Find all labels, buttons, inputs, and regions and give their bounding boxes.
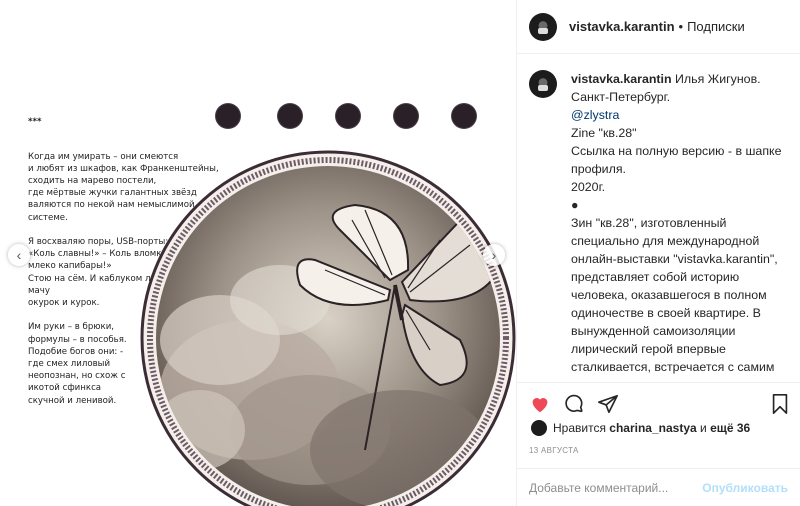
caption-line-bullet: ● — [571, 198, 579, 212]
caption-text: vistavka.karantin Илья Жигунов. Санкт-Пе… — [571, 70, 791, 376]
post-media[interactable]: *** Когда им умирать – они смеются и любя… — [0, 0, 516, 506]
likes-others[interactable]: ещё 36 — [710, 421, 750, 435]
prev-slide-button[interactable]: ‹ — [8, 244, 30, 266]
likes-prefix: Нравится — [553, 421, 606, 435]
liker-username[interactable]: charina_nastya — [609, 421, 696, 435]
post-side-panel: vistavka.karantin • Подписки vistavka.ka… — [516, 0, 800, 506]
caption-line-zine: Zine "кв.28" — [571, 126, 637, 140]
dot-5 — [452, 104, 476, 128]
likes-summary[interactable]: Нравится charina_nastya и ещё 36 — [531, 420, 750, 436]
likes-and: и — [700, 421, 707, 435]
caption-line-link-note: Ссылка на полную версию - в шапке профил… — [571, 144, 782, 176]
follow-status-button[interactable]: Подписки — [687, 19, 745, 34]
decorative-dots — [216, 104, 516, 134]
next-slide-button[interactable]: › — [483, 244, 505, 266]
bookmark-icon[interactable] — [769, 393, 791, 415]
caption-avatar[interactable] — [529, 70, 557, 98]
post-date[interactable]: 13 АВГУСТА — [529, 446, 579, 455]
caption-line-year: 2020г. — [571, 180, 606, 194]
poem-marker: *** — [28, 117, 42, 128]
chevron-right-icon: › — [491, 247, 497, 263]
butterfly-photo — [140, 150, 516, 506]
header-separator: • — [678, 19, 684, 34]
comment-bar: Опубликовать — [517, 468, 800, 506]
liker-avatar — [531, 420, 547, 436]
caption-line-city: Санкт-Петербург. — [571, 90, 671, 104]
post-header: vistavka.karantin • Подписки — [517, 0, 800, 54]
dot-1 — [216, 104, 240, 128]
dot-3 — [336, 104, 360, 128]
action-bar — [517, 382, 800, 422]
chevron-left-icon: ‹ — [16, 247, 22, 263]
caption-mention-link[interactable]: @zlystra — [571, 106, 791, 124]
publish-comment-button[interactable]: Опубликовать — [702, 481, 788, 495]
dot-2 — [278, 104, 302, 128]
avatar[interactable] — [529, 12, 557, 41]
header-username[interactable]: vistavka.karantin — [569, 19, 675, 34]
caption-author: Илья Жигунов. — [675, 72, 761, 86]
caption-block: vistavka.karantin Илья Жигунов. Санкт-Пе… — [529, 70, 796, 376]
comment-input[interactable] — [529, 480, 703, 495]
heart-filled-icon[interactable] — [529, 393, 551, 415]
share-icon[interactable] — [597, 393, 619, 415]
dot-4 — [394, 104, 418, 128]
caption-username[interactable]: vistavka.karantin — [571, 72, 672, 86]
butterfly-photo-circle — [140, 150, 516, 506]
comment-icon[interactable] — [563, 393, 585, 415]
caption-line-description: Зин "кв.28", изготовленный специально дл… — [571, 216, 778, 374]
